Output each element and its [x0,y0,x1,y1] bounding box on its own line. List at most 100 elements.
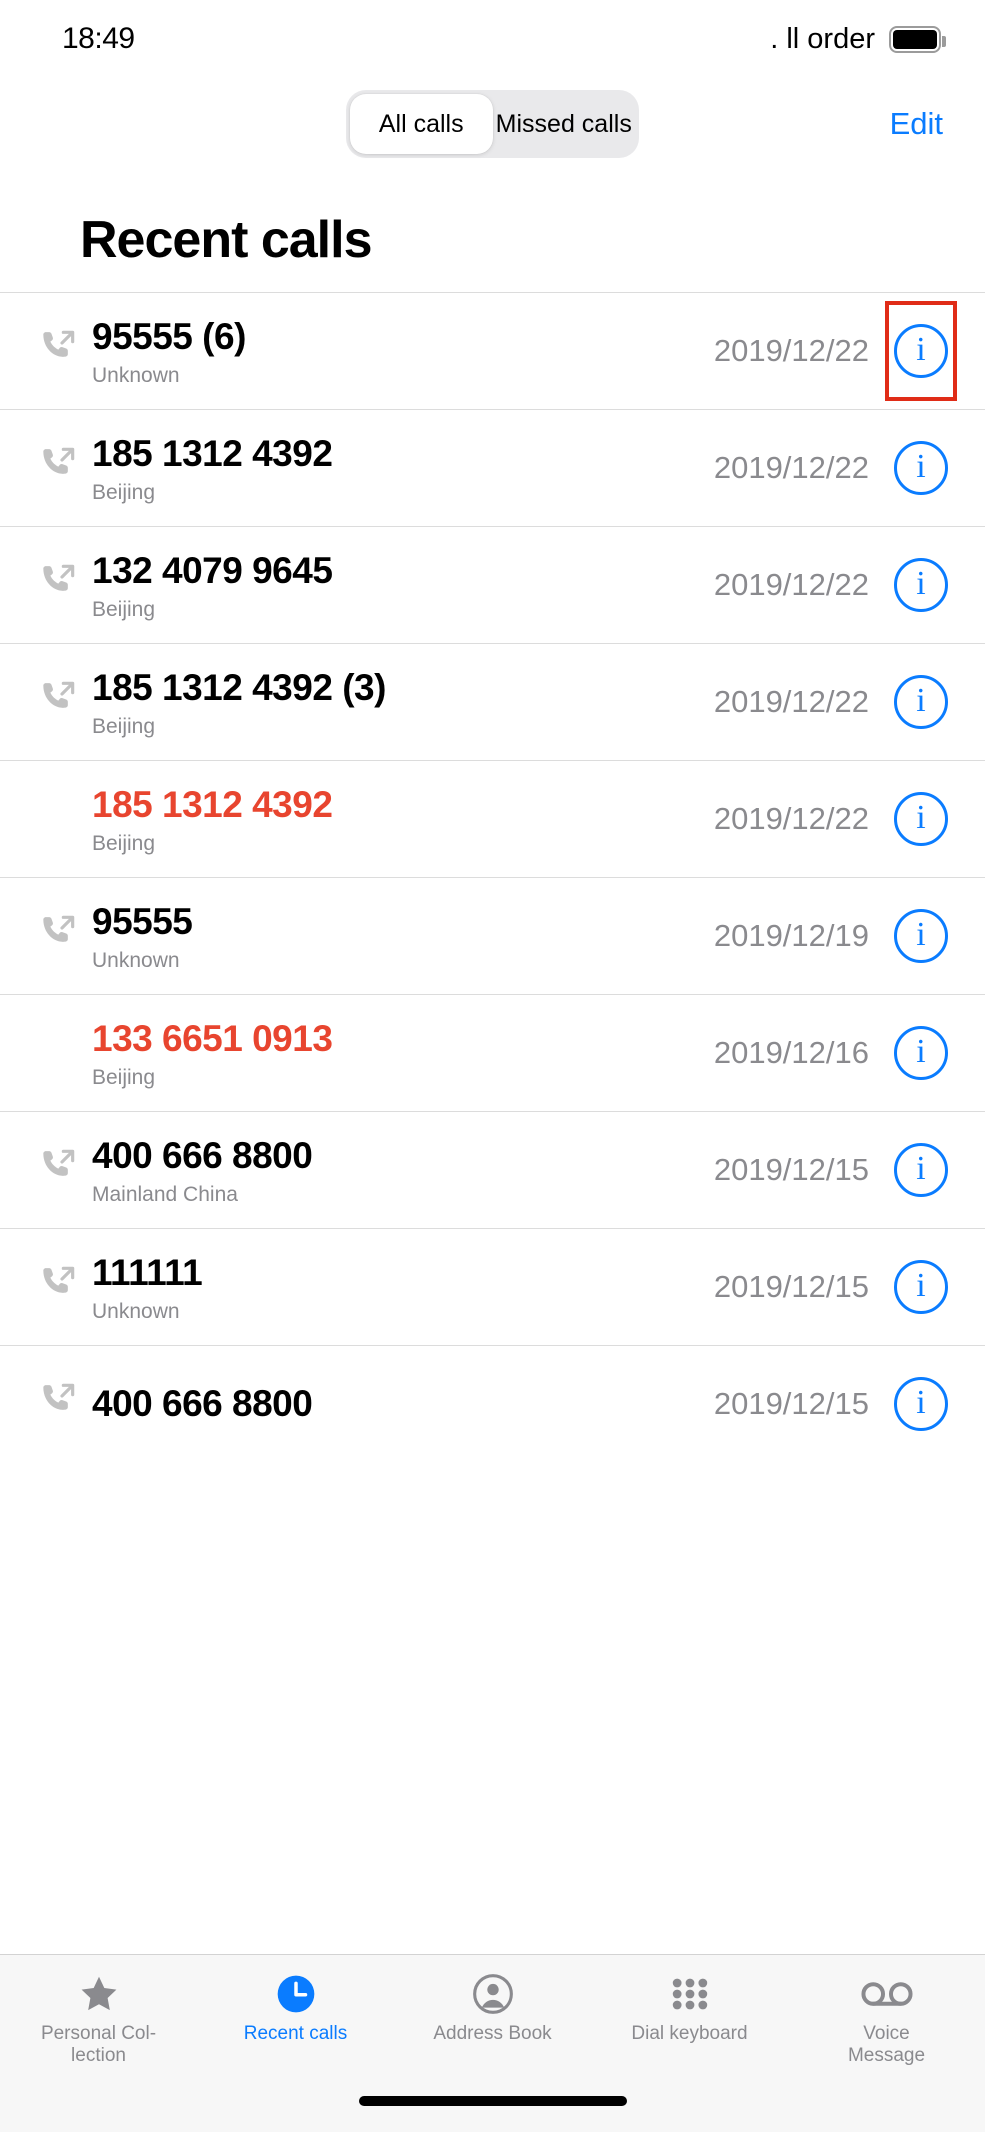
call-item-text-group: 133 6651 0913 Beijing [88,1018,714,1088]
battery-full-icon [889,25,946,53]
call-location: Mainland China [92,1183,238,1207]
tab-missed-calls[interactable]: Missed calls [493,94,636,154]
status-bar: 18:49 . ll order [0,0,985,78]
call-list-item[interactable]: 95555 Unknown 2019/12/19 i [0,877,985,994]
status-carrier-label: . ll order [770,22,875,55]
tab-voice-message[interactable]: Voice Message [788,1971,985,2068]
page-title: Recent calls [80,211,373,269]
call-list-item[interactable]: 185 1312 4392 Beijing 2019/12/22 i [0,409,985,526]
call-number: 185 1312 4392 [92,783,333,825]
call-date: 2019/12/22 [713,333,869,368]
call-location: Unknown [92,364,180,388]
call-item-text-group: 95555 (6) Unknown [88,316,714,386]
call-info-button-wrap: i [885,1120,957,1220]
info-icon[interactable]: i [894,1143,948,1197]
outgoing-call-icon [28,327,88,367]
call-date: 2019/12/22 [713,684,869,719]
info-icon[interactable]: i [894,558,948,612]
tab-label: Dial keyboard [631,2023,748,2044]
tab-address-book[interactable]: Address Book [394,1971,591,2045]
calls-filter-segmented-control[interactable]: All calls Missed calls [346,90,639,158]
call-list-item[interactable]: 185 1312 4392 (3) Beijing 2019/12/22 i [0,643,985,760]
tab-label: Personal Col-lection [40,2023,157,2067]
call-location: Beijing [92,598,156,622]
call-list-item[interactable]: 400 666 8800 2019/12/15 i [0,1345,985,1462]
call-number: 185 1312 4392 (3) [92,666,386,708]
call-item-text-group: 400 666 8800 [88,1383,714,1424]
outgoing-call-icon [28,1263,88,1303]
call-info-button-wrap: i [885,1003,957,1103]
info-icon[interactable]: i [894,1260,948,1314]
info-icon[interactable]: i [894,324,948,378]
call-info-button-highlight: i [885,301,957,401]
call-location: Beijing [92,715,156,739]
outgoing-call-icon [28,1146,88,1186]
person-icon [471,1971,515,2017]
outgoing-call-icon [28,561,88,601]
outgoing-call-icon [28,678,88,718]
call-date: 2019/12/15 [713,1386,869,1421]
call-number: 95555 [92,900,193,942]
call-date: 2019/12/22 [713,567,869,602]
call-number: 111111 [92,1251,203,1293]
call-info-button-wrap: i [885,652,957,752]
call-location: Beijing [92,1066,156,1090]
info-icon[interactable]: i [894,441,948,495]
tab-label: Address Book [433,2023,552,2044]
outgoing-call-icon [28,912,88,952]
call-list-item[interactable]: 185 1312 4392 Beijing 2019/12/22 i [0,760,985,877]
call-location: Unknown [92,949,180,973]
call-date: 2019/12/16 [713,1035,869,1070]
outgoing-call-icon [28,1380,88,1420]
edit-button[interactable]: Edit [890,106,943,142]
star-icon [77,1971,121,2017]
info-icon[interactable]: i [894,1377,948,1431]
call-date: 2019/12/15 [713,1269,869,1304]
tab-personal-col-lection[interactable]: Personal Col-lection [0,1971,197,2068]
call-info-button-wrap: i [885,886,957,986]
battery-fill [893,29,937,49]
status-right-group: . ll order [770,22,946,56]
call-list-item[interactable]: 111111 Unknown 2019/12/15 i [0,1228,985,1345]
clock-icon [274,1971,318,2017]
call-item-text-group: 185 1312 4392 Beijing [88,784,714,854]
tab-all-calls[interactable]: All calls [350,94,493,154]
voicemail-icon [860,1971,913,2017]
call-number: 95555 (6) [92,315,246,357]
info-icon[interactable]: i [894,792,948,846]
call-list-item[interactable]: 132 4079 9645 Beijing 2019/12/22 i [0,526,985,643]
status-time: 18:49 [62,22,135,55]
call-number: 132 4079 9645 [92,549,333,591]
call-info-button-wrap: i [885,535,957,635]
outgoing-call-icon [28,444,88,484]
call-number: 400 666 8800 [92,1134,313,1176]
call-date: 2019/12/19 [713,918,869,953]
recent-calls-list[interactable]: 95555 (6) Unknown 2019/12/22 i 185 1312 4392… [0,292,985,1462]
call-date: 2019/12/22 [713,450,869,485]
info-icon[interactable]: i [894,909,948,963]
call-info-button-wrap: i [885,1237,957,1337]
call-list-item[interactable]: 95555 (6) Unknown 2019/12/22 i [0,292,985,409]
call-item-text-group: 132 4079 9645 Beijing [88,550,714,620]
call-item-text-group: 95555 Unknown [88,901,714,971]
call-info-button-wrap: i [885,1354,957,1454]
call-item-text-group: 185 1312 4392 Beijing [88,433,714,503]
call-number: 185 1312 4392 [92,432,333,474]
call-location: Beijing [92,832,156,856]
call-number: 133 6651 0913 [92,1017,333,1059]
info-icon[interactable]: i [894,675,948,729]
tab-recent-calls[interactable]: Recent calls [197,1971,394,2045]
call-info-button-wrap: i [885,418,957,518]
call-date: 2019/12/15 [713,1152,869,1187]
call-list-item[interactable]: 133 6651 0913 Beijing 2019/12/16 i [0,994,985,1111]
call-list-item[interactable]: 400 666 8800 Mainland China 2019/12/15 i [0,1111,985,1228]
top-bar: All calls Missed calls Edit [0,78,985,170]
call-location: Beijing [92,481,156,505]
call-number: 400 666 8800 [92,1383,313,1425]
info-icon[interactable]: i [894,1026,948,1080]
tab-label: Recent calls [243,2023,348,2044]
call-location: Unknown [92,1300,180,1324]
tab-dial-keyboard[interactable]: Dial keyboard [591,1971,788,2045]
keypad-dots-icon [668,1971,712,2017]
call-info-button-wrap: i [885,769,957,869]
